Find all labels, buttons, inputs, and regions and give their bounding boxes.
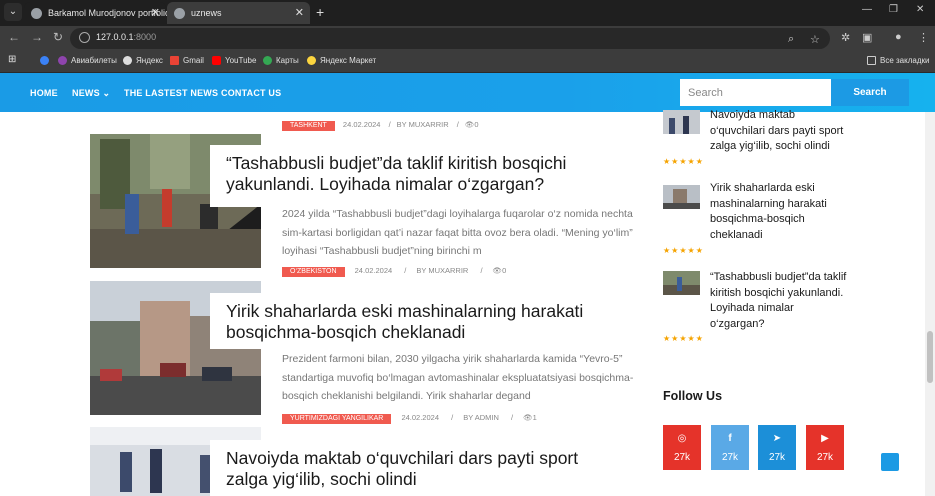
all-bookmarks[interactable]: Все закладки [867,56,929,65]
bookmarks-bar: ⊞ Авиабилеты Яндекс Gmail YouTube Карты … [0,51,935,73]
bookmark-youtube[interactable]: YouTube [212,56,256,65]
instagram-icon: ◎ [677,433,687,444]
bookmark-folder-icon[interactable] [40,56,49,67]
search-button[interactable]: Search [831,79,909,106]
eye-icon: 👁 [464,120,475,129]
bookmark-yandex-market[interactable]: Яндекс Маркет [307,56,376,65]
article-meta: TASHKENT 24.02.2024 /BY MUXARRIR / 👁0 [282,120,479,131]
globe-icon [123,56,132,65]
article-author[interactable]: BY MUXARRIR [397,120,449,129]
article-date: 24.02.2024 [401,413,439,422]
browser-tab-bar: ⌄ Barkamol Murodjonov portfolio ✕ uznews… [0,0,935,26]
sidebar-post-title[interactable]: “Tashabbusli budjet”da taklif kiritish b… [710,270,850,332]
article-meta: YURTIMIZDAGI YANGILIKAR 24.02.2024 /BY A… [282,413,537,424]
market-icon [307,56,316,65]
telegram-follow-box[interactable]: ➤ 27k [758,425,796,470]
reload-icon[interactable]: ↻ [53,30,63,44]
tab-portfolio[interactable]: Barkamol Murodjonov portfolio ✕ [24,2,170,24]
sidebar-post-thumb[interactable] [663,110,700,134]
chevron-down-icon: ⌄ [102,88,111,98]
follower-count: 27k [768,452,786,463]
bookmark-aviabilety[interactable]: Авиабилеты [58,56,117,65]
profile-avatar-icon[interactable]: ● [895,31,902,43]
sidebar-post-thumb[interactable] [663,271,700,295]
maps-pin-icon [263,56,272,65]
tab-uznews[interactable]: uznews ✕ [167,2,310,24]
article-author[interactable]: BY ADMIN [463,413,499,422]
tab-label: uznews [191,8,222,18]
category-badge[interactable]: YURTIMIZDAGI YANGILIKAR [282,414,392,424]
site-info-icon[interactable] [79,32,90,43]
bookmark-maps[interactable]: Карты [263,56,299,65]
rating-stars: ★★★★★ [663,246,704,255]
extensions-puzzle-icon[interactable]: ▣ [862,31,872,44]
eye-icon: 👁 [492,266,503,275]
forward-icon[interactable]: → [31,30,43,44]
view-count: 1 [532,413,537,422]
article-title[interactable]: “Tashabbusli budjet”da taklif kiritish b… [210,145,630,207]
extension-icon[interactable]: ✲ [841,31,850,44]
article-date: 24.02.2024 [354,266,393,275]
article-author[interactable]: BY MUXARRIR [416,266,468,275]
aviabilety-icon [58,56,67,65]
article-title[interactable]: Navoiyda maktab o‘quvchilari dars payti … [210,440,630,496]
maximize-icon[interactable]: ❐ [889,4,898,15]
nav-news[interactable]: NEWS ⌄ [72,88,110,99]
sidebar-post-thumb[interactable] [663,185,700,209]
close-icon[interactable]: ✕ [295,2,304,24]
menu-dots-icon[interactable]: ⋮ [918,31,929,44]
folder-icon [867,56,876,65]
youtube-icon [212,56,221,65]
article-date: 24.02.2024 [342,120,381,129]
nav-home[interactable]: HOME [30,88,58,98]
address-bar[interactable]: 127.0.0.1:8000 ⌕ ☆ [70,28,830,49]
scrollbar-thumb[interactable] [927,331,933,383]
article-excerpt: Prezident farmoni bilan, 2030 yilgacha y… [282,353,634,402]
article-meta: O‘ZBEKISTON 24.02.2024 /BY MUXARRIR / 👁0 [282,266,506,277]
rating-stars: ★★★★★ [663,334,704,343]
back-icon[interactable]: ← [8,30,20,44]
globe-icon [31,8,42,19]
bookmark-star-icon[interactable]: ☆ [810,33,820,46]
search-input[interactable] [680,79,831,106]
close-icon[interactable]: ✕ [151,2,160,24]
article-title[interactable]: Yirik shaharlarda eski mashinalarning ha… [210,293,630,349]
zoom-icon[interactable]: ⌕ [788,33,794,46]
follower-count: 27k [673,452,691,463]
page-scrollbar[interactable] [925,112,935,496]
article-excerpt: 2024 yilda “Tashabbusli budjet”dagi loyi… [282,208,633,257]
sidebar-post-title[interactable]: Navoiyda maktab o‘quvchilari dars payti … [710,108,850,155]
follower-count: 27k [816,452,834,463]
youtube-follow-box[interactable]: ▶ 27k [806,425,844,470]
tab-search-button[interactable]: ⌄ [4,3,22,21]
category-badge[interactable]: O‘ZBEKISTON [282,267,345,277]
view-count: 0 [474,120,479,129]
apps-grid-icon[interactable]: ⊞ [8,54,16,65]
rating-stars: ★★★★★ [663,157,704,166]
nav-latest-news[interactable]: THE LASTEST NEWS [124,88,218,98]
globe-icon [174,8,185,19]
facebook-follow-box[interactable]: f 27k [711,425,749,470]
follow-us-heading: Follow Us [663,389,723,403]
url-text: 127.0.0.1:8000 [96,32,157,42]
sidebar-post-title[interactable]: Yirik shaharlarda eski mashinalarning ha… [710,181,850,243]
youtube-icon: ▶ [821,433,829,444]
follower-count: 27k [721,452,739,463]
bookmark-gmail[interactable]: Gmail [170,56,204,65]
facebook-icon: f [728,433,732,444]
nav-contact[interactable]: CONTACT US [221,88,281,98]
window-close-icon[interactable]: ✕ [916,4,924,15]
minimize-icon[interactable]: — [862,4,872,15]
back-to-top-button[interactable] [881,453,899,471]
gmail-icon [170,56,179,65]
bookmark-yandex[interactable]: Яндекс [123,56,163,65]
category-badge[interactable]: TASHKENT [282,121,335,131]
view-count: 0 [502,266,507,275]
new-tab-button[interactable]: + [316,3,324,21]
browser-toolbar: ← → ↻ 127.0.0.1:8000 ⌕ ☆ ✲ ▣ ● ⋮ [0,26,935,51]
instagram-follow-box[interactable]: ◎ 27k [663,425,701,470]
site-navbar: HOME NEWS ⌄ THE LASTEST NEWS CONTACT US … [0,73,935,112]
eye-icon: 👁 [523,413,533,422]
telegram-icon: ➤ [772,433,782,444]
